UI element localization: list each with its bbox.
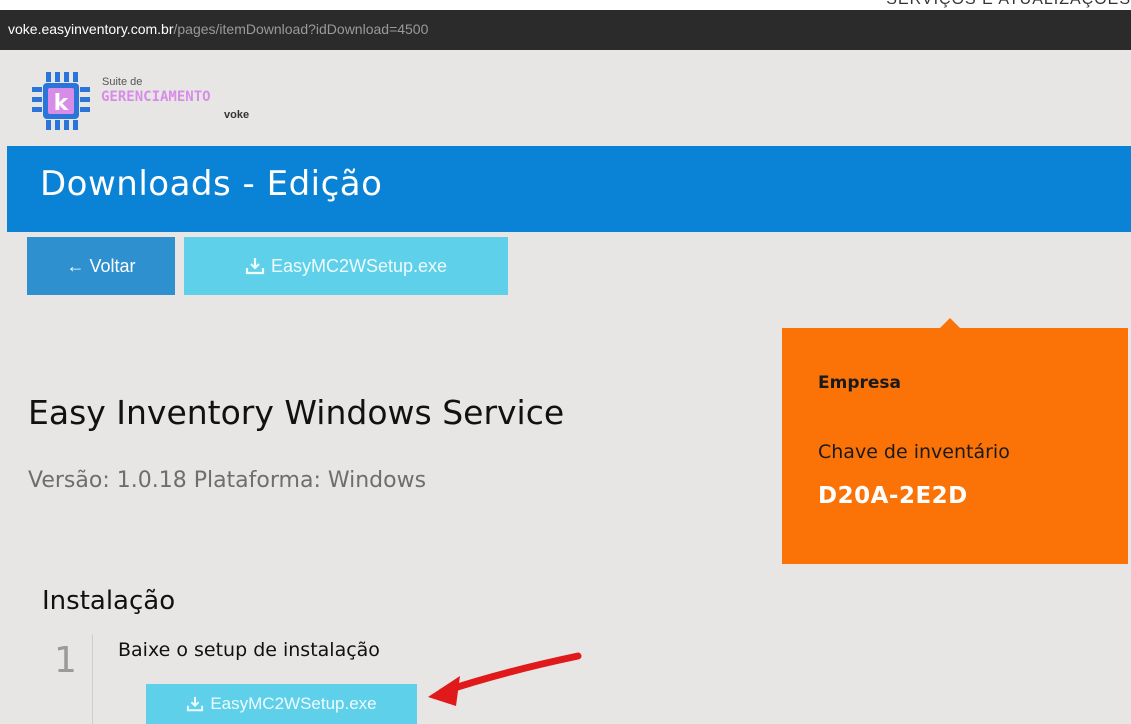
step-number: 1: [54, 640, 77, 681]
suite-logo[interactable]: k Suite de GERENCIAMENTO voke: [30, 70, 270, 132]
logo-line-2: GERENCIAMENTO: [101, 89, 211, 105]
download-setup-label: EasyMC2WSetup.exe: [270, 255, 448, 276]
step-download-button[interactable]: EasyMC2WSetup.exe: [146, 684, 417, 724]
product-title: Easy Inventory Windows Service: [28, 393, 565, 432]
company-info-box: Empresa Chave de inventário D20A-2E2D: [782, 318, 1128, 564]
product-version-platform: Versão: 1.0.18 Plataforma: Windows: [28, 468, 427, 493]
step-text: Baixe o setup de instalação: [118, 639, 380, 661]
inventory-key-label: Chave de inventário: [818, 441, 1010, 463]
back-button[interactable]: ← Voltar: [27, 237, 175, 295]
installation-heading: Instalação: [42, 586, 176, 616]
logo-line-1: Suite de: [102, 76, 143, 88]
inventory-key-value: D20A-2E2D: [818, 483, 968, 509]
page-title: Downloads - Edição: [40, 164, 383, 204]
company-label: Empresa: [818, 373, 901, 393]
step-divider: [92, 634, 93, 724]
top-cut-strip: SERVIÇOS E ATUALIZAÇÕES: [0, 0, 1131, 10]
step-download-label: EasyMC2WSetup.exe: [210, 694, 377, 713]
page-header: Downloads - Edição: [7, 146, 1131, 232]
logo-letter: k: [54, 91, 70, 116]
url-path: /pages/itemDownload?idDownload=4500: [173, 21, 429, 37]
chip-logo-icon: k: [32, 72, 90, 130]
red-arrow-icon: [428, 652, 582, 706]
back-button-label: ← Voltar: [66, 255, 136, 276]
download-icon: [245, 258, 265, 275]
cut-off-text: SERVIÇOS E ATUALIZAÇÕES: [886, 0, 1131, 9]
info-box-caret: [940, 318, 960, 328]
download-setup-button[interactable]: EasyMC2WSetup.exe: [184, 237, 508, 295]
download-icon: [187, 696, 204, 712]
logo-line-3: voke: [224, 109, 250, 121]
address-bar[interactable]: voke.easyinventory.com.br/pages/itemDown…: [0, 10, 1131, 50]
url-host: voke.easyinventory.com.br: [8, 21, 174, 37]
